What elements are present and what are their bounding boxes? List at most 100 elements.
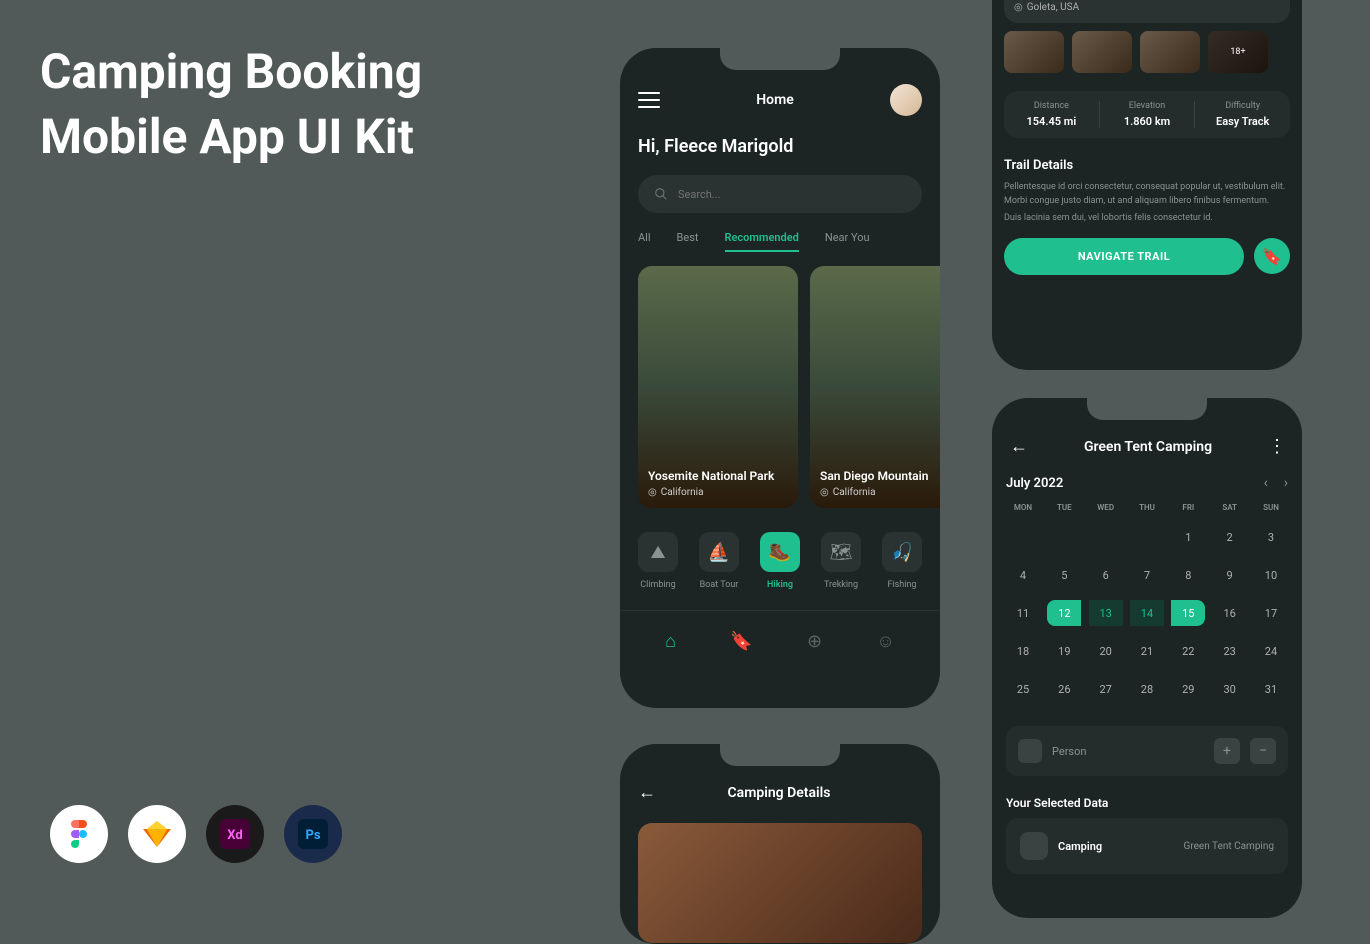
avatar-more[interactable]: +12: [1260, 0, 1280, 2]
cat-boat[interactable]: ⛵Boat Tour: [699, 532, 739, 590]
nav-profile-icon[interactable]: ☺: [876, 631, 894, 652]
cal-day[interactable]: 4: [1006, 562, 1040, 588]
cal-day[interactable]: 7: [1130, 562, 1164, 588]
thumb[interactable]: [1072, 31, 1132, 73]
cal-day[interactable]: 20: [1089, 638, 1123, 664]
cal-day-selected[interactable]: 14: [1130, 600, 1164, 626]
cal-day[interactable]: 28: [1130, 676, 1164, 702]
cal-day[interactable]: 16: [1213, 600, 1247, 626]
hero-card: Los Padres Forest ◎ Goleta, USA +12: [1004, 0, 1290, 23]
thumb-row: 18+: [992, 31, 1302, 73]
tab-best[interactable]: Best: [677, 231, 699, 252]
mini-avatar: [1232, 0, 1252, 2]
weekday: THU: [1130, 503, 1164, 512]
cal-day-selected[interactable]: 12: [1047, 600, 1081, 626]
search-bar[interactable]: [638, 175, 922, 213]
cal-day[interactable]: 21: [1130, 638, 1164, 664]
cal-day[interactable]: 11: [1006, 600, 1040, 626]
cal-day[interactable]: 8: [1171, 562, 1205, 588]
category-row: ⛰Climbing ⛵Boat Tour 🥾Hiking 🗺Trekking 🎣…: [620, 514, 940, 598]
cal-day[interactable]: 31: [1254, 676, 1288, 702]
cal-day[interactable]: 18: [1006, 638, 1040, 664]
cal-day[interactable]: 24: [1254, 638, 1288, 664]
search-icon: [654, 187, 668, 201]
cal-day[interactable]: 25: [1006, 676, 1040, 702]
bookmark-button[interactable]: 🔖: [1254, 238, 1290, 274]
cal-day[interactable]: 3: [1254, 524, 1288, 550]
cal-day[interactable]: 2: [1213, 524, 1247, 550]
section-title: Trail Details: [992, 146, 1302, 179]
tab-near-you[interactable]: Near You: [825, 231, 870, 252]
cat-hiking[interactable]: 🥾Hiking: [760, 532, 800, 590]
person-icon: [1018, 739, 1042, 763]
nav-bookmark-icon[interactable]: 🔖: [730, 631, 752, 652]
stat-difficulty: DifficultyEasy Track: [1195, 101, 1290, 128]
phone-details: ← Camping Details: [620, 744, 940, 944]
cal-day: .: [1130, 524, 1164, 550]
stat-elevation: Elevation1.860 km: [1100, 101, 1196, 128]
cal-day[interactable]: 27: [1089, 676, 1123, 702]
cal-day[interactable]: 29: [1171, 676, 1205, 702]
cal-day-selected[interactable]: 15: [1171, 600, 1205, 626]
menu-icon[interactable]: [638, 92, 660, 108]
tab-all[interactable]: All: [638, 231, 651, 252]
cat-climbing[interactable]: ⛰Climbing: [638, 532, 678, 590]
card-yosemite[interactable]: Yosemite National Park ◎ California: [638, 266, 798, 508]
cat-trekking[interactable]: 🗺Trekking: [821, 532, 861, 590]
cal-day[interactable]: 5: [1047, 562, 1081, 588]
detail-header: ← Camping Details: [620, 744, 940, 813]
cal-day[interactable]: 22: [1171, 638, 1205, 664]
qty-plus[interactable]: +: [1214, 738, 1240, 764]
sel-value: Green Tent Camping: [1184, 841, 1274, 852]
nav-home-icon[interactable]: ⌂: [665, 631, 676, 652]
cal-day[interactable]: 9: [1213, 562, 1247, 588]
cal-day[interactable]: 17: [1254, 600, 1288, 626]
avatar[interactable]: [890, 84, 922, 116]
search-input[interactable]: [678, 188, 906, 201]
action-row: NAVIGATE TRAIL 🔖: [992, 228, 1302, 285]
cal-day[interactable]: 1: [1171, 524, 1205, 550]
cal-day[interactable]: 30: [1213, 676, 1247, 702]
cal-day[interactable]: 26: [1047, 676, 1081, 702]
weekday: FRI: [1171, 503, 1205, 512]
page-title: Green Tent Camping: [1084, 439, 1212, 455]
cal-header: ← Green Tent Camping ⋮: [992, 398, 1302, 467]
back-icon[interactable]: ←: [1010, 436, 1028, 457]
person-label: Person: [1052, 745, 1204, 758]
back-icon[interactable]: ←: [638, 782, 656, 803]
cal-day[interactable]: 6: [1089, 562, 1123, 588]
thumb[interactable]: [1004, 31, 1064, 73]
cal-day[interactable]: 19: [1047, 638, 1081, 664]
card-location: ◎ California: [648, 487, 788, 498]
desc-text: Duis lacinia sem dui, vel lobortis felis…: [992, 210, 1302, 228]
sketch-icon: [128, 805, 186, 863]
prev-month-icon[interactable]: ‹: [1264, 475, 1268, 491]
person-row: Person + −: [1006, 726, 1288, 776]
card-title: Yosemite National Park: [648, 469, 788, 483]
hero-title: Camping Booking Mobile App UI Kit: [40, 40, 422, 170]
more-icon[interactable]: ⋮: [1268, 436, 1284, 457]
month-row: July 2022 ‹ ›: [992, 467, 1302, 499]
card-san-diego[interactable]: ♡ San Diego Mountain ◎ California: [810, 266, 940, 508]
thumb-more[interactable]: 18+: [1208, 31, 1268, 73]
mini-avatar: [1246, 0, 1266, 2]
nav-compass-icon[interactable]: ⊕: [807, 631, 822, 652]
greeting: Hi, Fleece Marigold: [620, 124, 940, 165]
cal-day: .: [1047, 524, 1081, 550]
cat-fishing[interactable]: 🎣Fishing: [882, 532, 922, 590]
cal-day-selected[interactable]: 13: [1089, 600, 1123, 626]
month-label: July 2022: [1006, 476, 1063, 491]
svg-text:Xd: Xd: [227, 828, 242, 843]
bottom-nav: ⌂ 🔖 ⊕ ☺: [620, 610, 940, 666]
tab-recommended[interactable]: Recommended: [725, 231, 799, 252]
thumb[interactable]: [1140, 31, 1200, 73]
card-title: San Diego Mountain: [820, 469, 940, 483]
next-month-icon[interactable]: ›: [1284, 475, 1288, 491]
navigate-button[interactable]: NAVIGATE TRAIL: [1004, 238, 1244, 275]
selected-title: Your Selected Data: [992, 784, 1302, 818]
cal-day[interactable]: 10: [1254, 562, 1288, 588]
qty-minus[interactable]: −: [1250, 738, 1276, 764]
cal-day: .: [1006, 524, 1040, 550]
cal-day[interactable]: 23: [1213, 638, 1247, 664]
svg-text:Ps: Ps: [305, 828, 320, 843]
